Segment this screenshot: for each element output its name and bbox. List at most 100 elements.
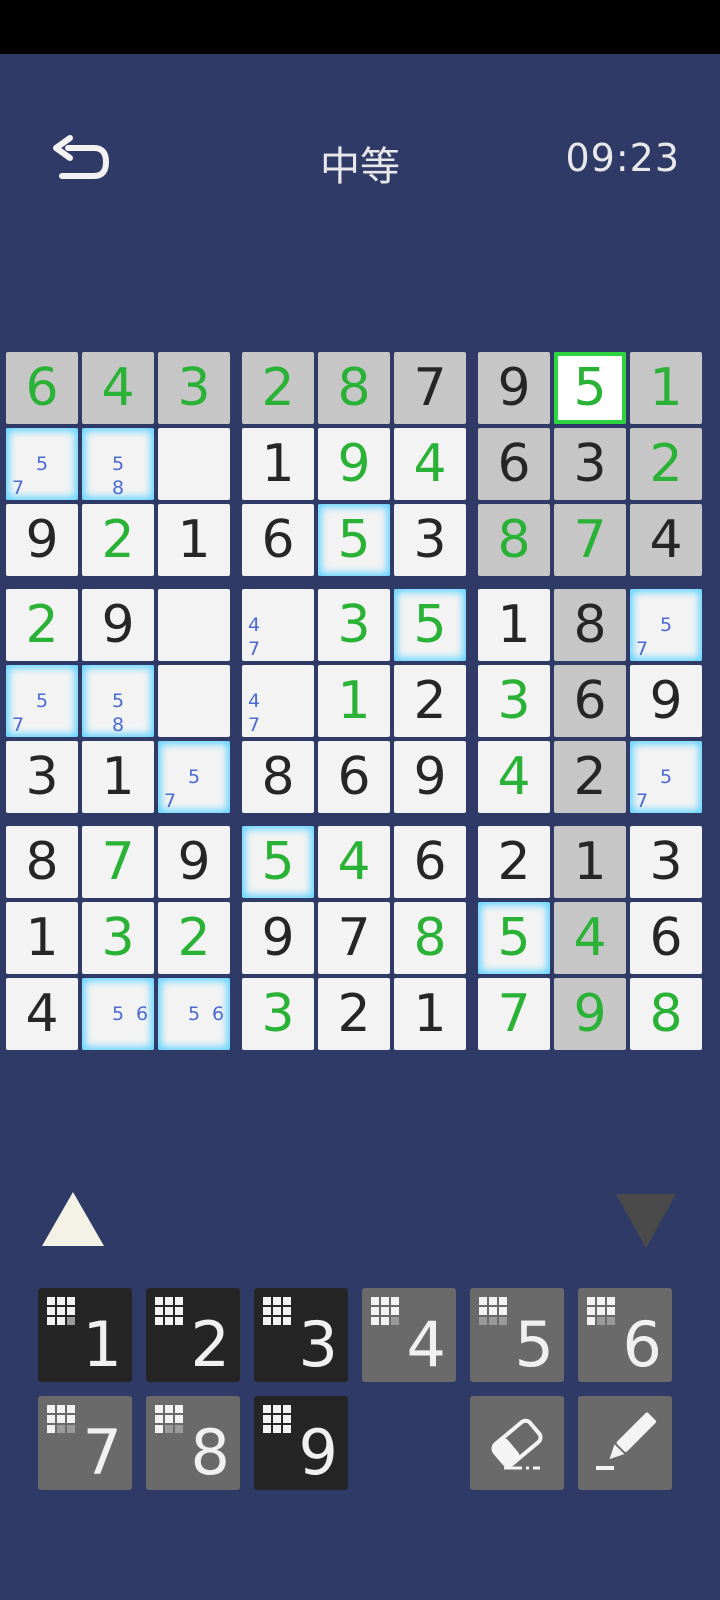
cell-r6-c9[interactable]: 57 <box>630 741 702 813</box>
cell-r8-c7[interactable]: 5 <box>478 902 550 974</box>
cell-r9-c2[interactable]: 56 <box>82 978 154 1050</box>
cell-r3-c2[interactable]: 2 <box>82 504 154 576</box>
digit-button-2[interactable]: 2 <box>146 1288 240 1382</box>
cell-digit: 7 <box>337 908 371 968</box>
cell-r9-c8[interactable]: 9 <box>554 978 626 1050</box>
cell-r3-c9[interactable]: 4 <box>630 504 702 576</box>
cell-r6-c1[interactable]: 3 <box>6 741 78 813</box>
cell-r1-c7[interactable]: 9 <box>478 352 550 424</box>
cell-r7-c3[interactable]: 9 <box>158 826 230 898</box>
cell-r8-c5[interactable]: 7 <box>318 902 390 974</box>
cell-r4-c2[interactable]: 9 <box>82 589 154 661</box>
grid-dots-icon <box>47 1297 75 1325</box>
digit-button-3[interactable]: 3 <box>254 1288 348 1382</box>
cell-r4-c3[interactable] <box>158 589 230 661</box>
cell-r8-c2[interactable]: 3 <box>82 902 154 974</box>
cell-r3-c7[interactable]: 8 <box>478 504 550 576</box>
cell-r5-c3[interactable] <box>158 665 230 737</box>
cell-r7-c5[interactable]: 4 <box>318 826 390 898</box>
cell-r3-c6[interactable]: 3 <box>394 504 466 576</box>
cell-r9-c7[interactable]: 7 <box>478 978 550 1050</box>
cell-r9-c6[interactable]: 1 <box>394 978 466 1050</box>
cell-r9-c5[interactable]: 2 <box>318 978 390 1050</box>
cell-r6-c2[interactable]: 1 <box>82 741 154 813</box>
cell-r7-c1[interactable]: 8 <box>6 826 78 898</box>
cell-r5-c4[interactable]: 47 <box>242 665 314 737</box>
cell-r1-c8[interactable]: 5 <box>554 352 626 424</box>
cell-r2-c8[interactable]: 3 <box>554 428 626 500</box>
arrow-down-button[interactable] <box>614 1192 678 1250</box>
cell-r7-c8[interactable]: 1 <box>554 826 626 898</box>
cell-r5-c2[interactable]: 58 <box>82 665 154 737</box>
cell-r4-c1[interactable]: 2 <box>6 589 78 661</box>
cell-r2-c1[interactable]: 57 <box>6 428 78 500</box>
grid-dot <box>47 1317 55 1325</box>
cell-r2-c2[interactable]: 58 <box>82 428 154 500</box>
cell-r8-c4[interactable]: 9 <box>242 902 314 974</box>
cell-r4-c5[interactable]: 3 <box>318 589 390 661</box>
cell-r6-c8[interactable]: 2 <box>554 741 626 813</box>
cell-r5-c7[interactable]: 3 <box>478 665 550 737</box>
cell-r1-c2[interactable]: 4 <box>82 352 154 424</box>
cell-r1-c3[interactable]: 3 <box>158 352 230 424</box>
cell-r1-c6[interactable]: 7 <box>394 352 466 424</box>
cell-r6-c4[interactable]: 8 <box>242 741 314 813</box>
cell-r6-c7[interactable]: 4 <box>478 741 550 813</box>
cell-r8-c9[interactable]: 6 <box>630 902 702 974</box>
digit-button-5[interactable]: 5 <box>470 1288 564 1382</box>
cell-r2-c4[interactable]: 1 <box>242 428 314 500</box>
cell-r2-c7[interactable]: 6 <box>478 428 550 500</box>
cell-r6-c6[interactable]: 9 <box>394 741 466 813</box>
digit-button-6[interactable]: 6 <box>578 1288 672 1382</box>
cell-r9-c4[interactable]: 3 <box>242 978 314 1050</box>
cell-r7-c2[interactable]: 7 <box>82 826 154 898</box>
cell-r7-c9[interactable]: 3 <box>630 826 702 898</box>
cell-r1-c1[interactable]: 6 <box>6 352 78 424</box>
cell-r5-c6[interactable]: 2 <box>394 665 466 737</box>
cell-r5-c5[interactable]: 1 <box>318 665 390 737</box>
cell-r7-c7[interactable]: 2 <box>478 826 550 898</box>
cell-r7-c6[interactable]: 6 <box>394 826 466 898</box>
grid-dot <box>273 1317 281 1325</box>
cell-r8-c8[interactable]: 4 <box>554 902 626 974</box>
cell-r1-c4[interactable]: 2 <box>242 352 314 424</box>
cell-r3-c8[interactable]: 7 <box>554 504 626 576</box>
cell-r6-c3[interactable]: 57 <box>158 741 230 813</box>
cell-r2-c3[interactable] <box>158 428 230 500</box>
cell-r5-c9[interactable]: 9 <box>630 665 702 737</box>
cell-r2-c6[interactable]: 4 <box>394 428 466 500</box>
eraser-button[interactable] <box>470 1396 564 1490</box>
cell-r8-c1[interactable]: 1 <box>6 902 78 974</box>
cell-r8-c6[interactable]: 8 <box>394 902 466 974</box>
cell-r1-c5[interactable]: 8 <box>318 352 390 424</box>
cell-r9-c1[interactable]: 4 <box>6 978 78 1050</box>
note-digit: 5 <box>111 1003 125 1025</box>
cell-r7-c4[interactable]: 5 <box>242 826 314 898</box>
digit-button-4[interactable]: 4 <box>362 1288 456 1382</box>
cell-r9-c3[interactable]: 56 <box>158 978 230 1050</box>
cell-r3-c4[interactable]: 6 <box>242 504 314 576</box>
cell-r3-c5[interactable]: 5 <box>318 504 390 576</box>
cell-r4-c8[interactable]: 8 <box>554 589 626 661</box>
grid-dot <box>479 1307 487 1315</box>
cell-r5-c8[interactable]: 6 <box>554 665 626 737</box>
cell-r4-c7[interactable]: 1 <box>478 589 550 661</box>
digit-button-7[interactable]: 7 <box>38 1396 132 1490</box>
digit-button-1[interactable]: 1 <box>38 1288 132 1382</box>
cell-r9-c9[interactable]: 8 <box>630 978 702 1050</box>
digit-button-9[interactable]: 9 <box>254 1396 348 1490</box>
cell-r6-c5[interactable]: 6 <box>318 741 390 813</box>
cell-r3-c3[interactable]: 1 <box>158 504 230 576</box>
cell-r2-c5[interactable]: 9 <box>318 428 390 500</box>
cell-r5-c1[interactable]: 57 <box>6 665 78 737</box>
cell-r2-c9[interactable]: 2 <box>630 428 702 500</box>
cell-r1-c9[interactable]: 1 <box>630 352 702 424</box>
cell-r4-c4[interactable]: 47 <box>242 589 314 661</box>
cell-r8-c3[interactable]: 2 <box>158 902 230 974</box>
cell-r4-c6[interactable]: 5 <box>394 589 466 661</box>
cell-r3-c1[interactable]: 9 <box>6 504 78 576</box>
cell-r4-c9[interactable]: 57 <box>630 589 702 661</box>
pencil-button[interactable] <box>578 1396 672 1490</box>
digit-button-8[interactable]: 8 <box>146 1396 240 1490</box>
arrow-up-button[interactable] <box>40 1190 106 1248</box>
